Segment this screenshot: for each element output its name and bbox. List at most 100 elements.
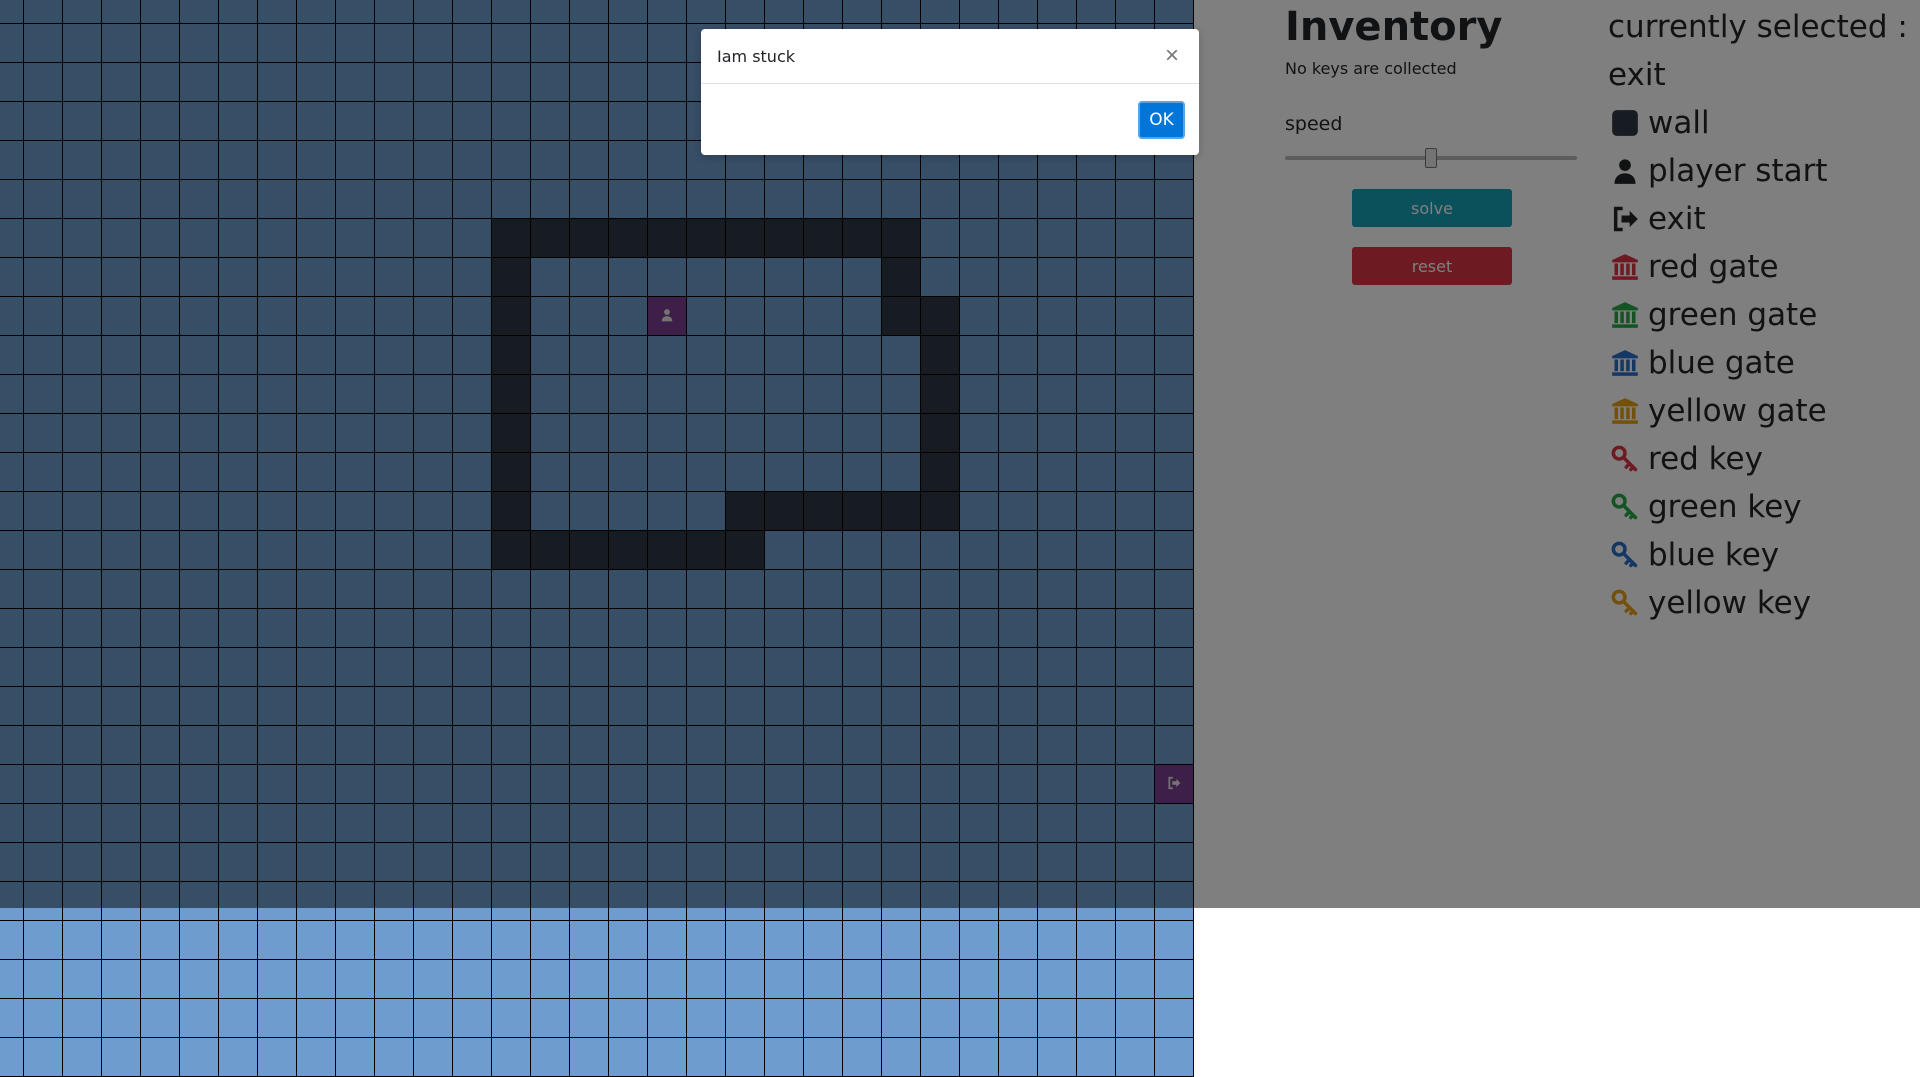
maze-cell[interactable] (180, 999, 219, 1038)
maze-cell[interactable] (63, 1038, 102, 1077)
maze-cell[interactable] (843, 999, 882, 1038)
maze-cell[interactable] (258, 960, 297, 999)
maze-cell[interactable] (804, 921, 843, 960)
maze-cell[interactable] (102, 921, 141, 960)
maze-cell[interactable] (804, 960, 843, 999)
maze-cell[interactable] (258, 1038, 297, 1077)
maze-cell[interactable] (999, 921, 1038, 960)
maze-cell[interactable] (141, 1038, 180, 1077)
maze-cell[interactable] (531, 921, 570, 960)
maze-cell[interactable] (453, 1038, 492, 1077)
maze-cell[interactable] (921, 921, 960, 960)
maze-cell[interactable] (687, 960, 726, 999)
maze-cell[interactable] (882, 999, 921, 1038)
maze-cell[interactable] (960, 960, 999, 999)
maze-cell[interactable] (648, 1038, 687, 1077)
maze-cell[interactable] (63, 999, 102, 1038)
maze-cell[interactable] (492, 960, 531, 999)
maze-cell[interactable] (258, 921, 297, 960)
maze-cell[interactable] (24, 921, 63, 960)
maze-cell[interactable] (375, 960, 414, 999)
maze-cell[interactable] (1077, 960, 1116, 999)
maze-cell[interactable] (297, 1038, 336, 1077)
maze-cell[interactable] (765, 999, 804, 1038)
maze-cell[interactable] (921, 960, 960, 999)
maze-cell[interactable] (882, 921, 921, 960)
maze-cell[interactable] (375, 1038, 414, 1077)
maze-cell[interactable] (570, 1038, 609, 1077)
maze-cell[interactable] (1116, 1038, 1155, 1077)
maze-cell[interactable] (258, 999, 297, 1038)
maze-cell[interactable] (0, 1038, 24, 1077)
maze-cell[interactable] (1155, 960, 1194, 999)
maze-cell[interactable] (219, 921, 258, 960)
maze-cell[interactable] (453, 999, 492, 1038)
maze-cell[interactable] (882, 1038, 921, 1077)
maze-cell[interactable] (1038, 1038, 1077, 1077)
maze-cell[interactable] (882, 960, 921, 999)
maze-cell[interactable] (804, 999, 843, 1038)
close-icon[interactable]: × (1159, 41, 1185, 71)
maze-cell[interactable] (492, 921, 531, 960)
maze-cell[interactable] (648, 921, 687, 960)
maze-cell[interactable] (999, 960, 1038, 999)
maze-cell[interactable] (960, 999, 999, 1038)
maze-cell[interactable] (570, 999, 609, 1038)
maze-cell[interactable] (687, 1038, 726, 1077)
maze-cell[interactable] (1116, 921, 1155, 960)
maze-cell[interactable] (0, 921, 24, 960)
maze-cell[interactable] (609, 1038, 648, 1077)
maze-cell[interactable] (609, 999, 648, 1038)
maze-cell[interactable] (375, 921, 414, 960)
maze-cell[interactable] (921, 1038, 960, 1077)
maze-cell[interactable] (180, 960, 219, 999)
maze-cell[interactable] (570, 921, 609, 960)
maze-cell[interactable] (765, 1038, 804, 1077)
maze-cell[interactable] (297, 960, 336, 999)
maze-cell[interactable] (24, 1038, 63, 1077)
maze-cell[interactable] (1077, 999, 1116, 1038)
maze-cell[interactable] (24, 999, 63, 1038)
maze-cell[interactable] (336, 1038, 375, 1077)
maze-cell[interactable] (219, 960, 258, 999)
maze-cell[interactable] (726, 960, 765, 999)
maze-cell[interactable] (843, 921, 882, 960)
maze-cell[interactable] (960, 1038, 999, 1077)
maze-cell[interactable] (297, 999, 336, 1038)
maze-cell[interactable] (1155, 921, 1194, 960)
maze-cell[interactable] (414, 960, 453, 999)
maze-cell[interactable] (375, 999, 414, 1038)
maze-cell[interactable] (453, 960, 492, 999)
maze-cell[interactable] (648, 999, 687, 1038)
maze-cell[interactable] (180, 921, 219, 960)
maze-cell[interactable] (219, 1038, 258, 1077)
maze-cell[interactable] (999, 1038, 1038, 1077)
maze-cell[interactable] (1038, 921, 1077, 960)
maze-cell[interactable] (1155, 1038, 1194, 1077)
maze-cell[interactable] (765, 921, 804, 960)
maze-cell[interactable] (1077, 921, 1116, 960)
maze-cell[interactable] (141, 921, 180, 960)
maze-cell[interactable] (1077, 1038, 1116, 1077)
maze-cell[interactable] (414, 921, 453, 960)
maze-cell[interactable] (648, 960, 687, 999)
maze-cell[interactable] (687, 921, 726, 960)
maze-cell[interactable] (765, 960, 804, 999)
maze-cell[interactable] (726, 999, 765, 1038)
maze-cell[interactable] (726, 921, 765, 960)
maze-cell[interactable] (492, 999, 531, 1038)
maze-cell[interactable] (843, 960, 882, 999)
maze-cell[interactable] (687, 999, 726, 1038)
maze-cell[interactable] (531, 999, 570, 1038)
maze-cell[interactable] (921, 999, 960, 1038)
maze-cell[interactable] (960, 921, 999, 960)
maze-cell[interactable] (336, 999, 375, 1038)
maze-cell[interactable] (609, 960, 648, 999)
maze-cell[interactable] (531, 960, 570, 999)
maze-cell[interactable] (726, 1038, 765, 1077)
maze-cell[interactable] (453, 921, 492, 960)
maze-cell[interactable] (609, 921, 648, 960)
maze-cell[interactable] (1116, 960, 1155, 999)
maze-cell[interactable] (0, 999, 24, 1038)
maze-cell[interactable] (336, 921, 375, 960)
